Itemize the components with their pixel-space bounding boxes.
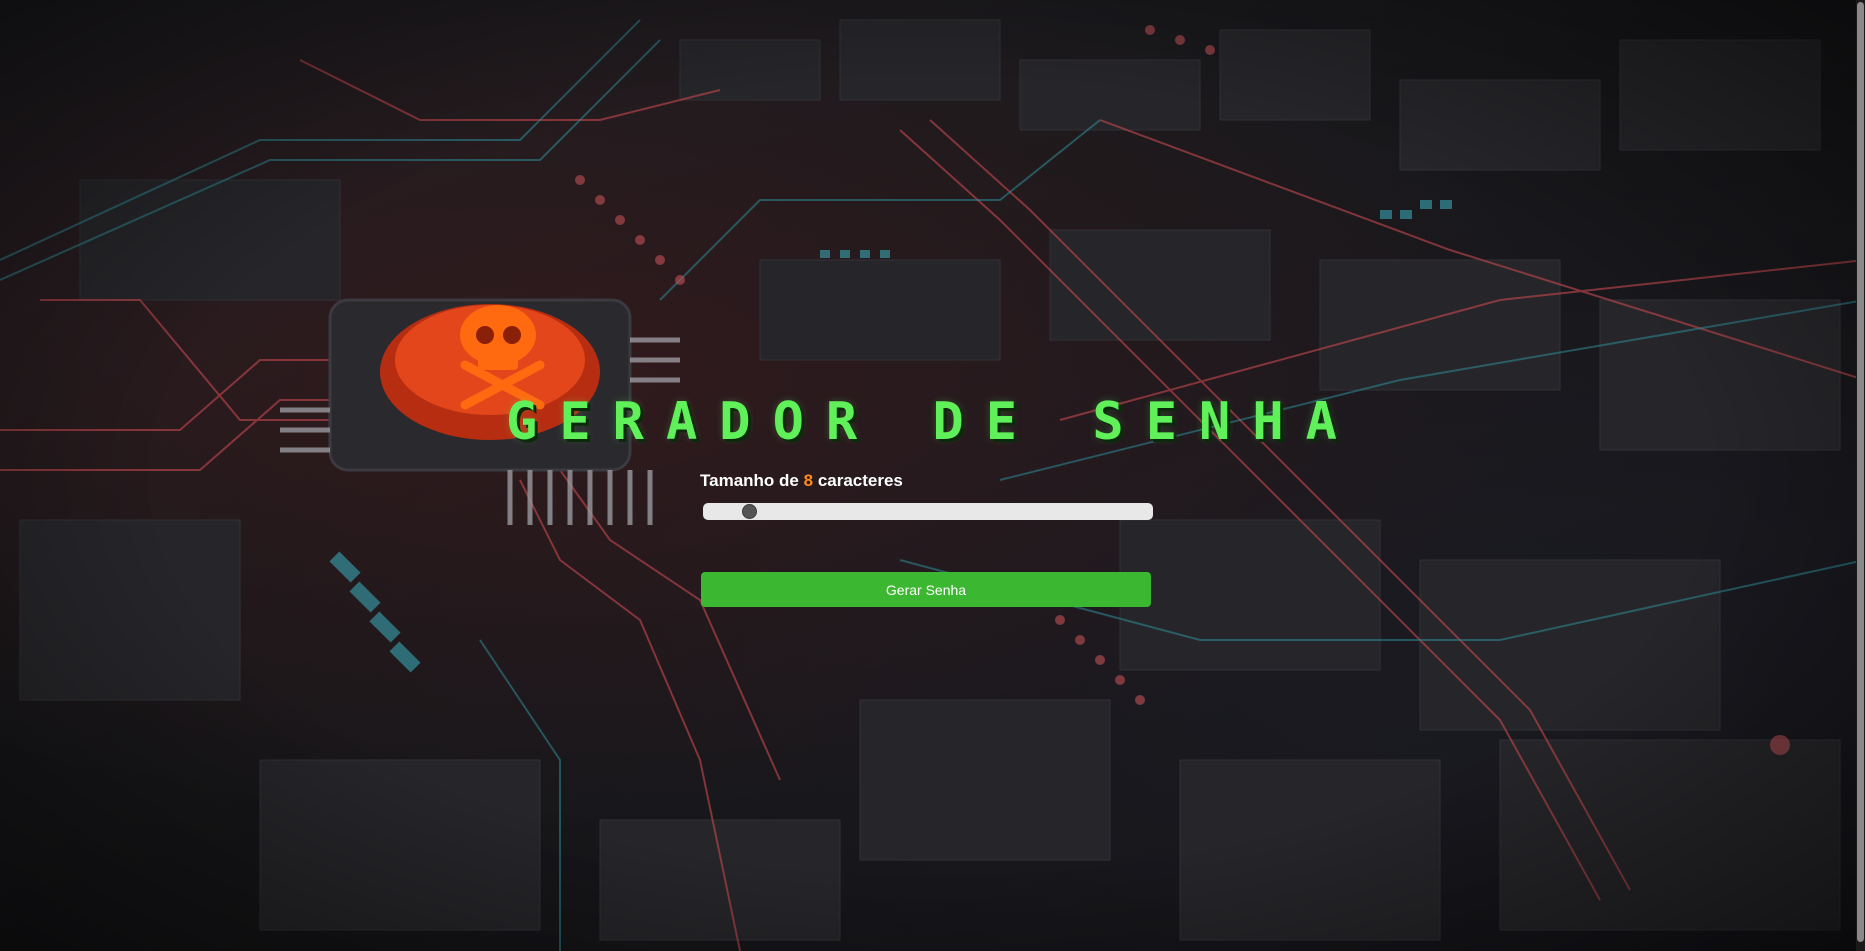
circuit-background — [0, 0, 1865, 951]
page-title: GERADOR DE SENHA — [506, 392, 1359, 452]
generate-password-button[interactable]: Gerar Senha — [701, 572, 1151, 607]
length-label-prefix: Tamanho de — [700, 471, 799, 490]
length-value: 8 — [803, 471, 814, 490]
scrollbar-thumb[interactable] — [1857, 2, 1864, 942]
page: GERADOR DE SENHA Tamanho de 8 caracteres… — [0, 0, 1865, 951]
length-label-suffix: caracteres — [817, 471, 903, 490]
scrollbar[interactable] — [1856, 0, 1865, 951]
length-slider-thumb[interactable] — [742, 504, 757, 519]
length-label: Tamanho de 8 caracteres — [700, 471, 903, 491]
length-slider[interactable] — [703, 503, 1153, 520]
